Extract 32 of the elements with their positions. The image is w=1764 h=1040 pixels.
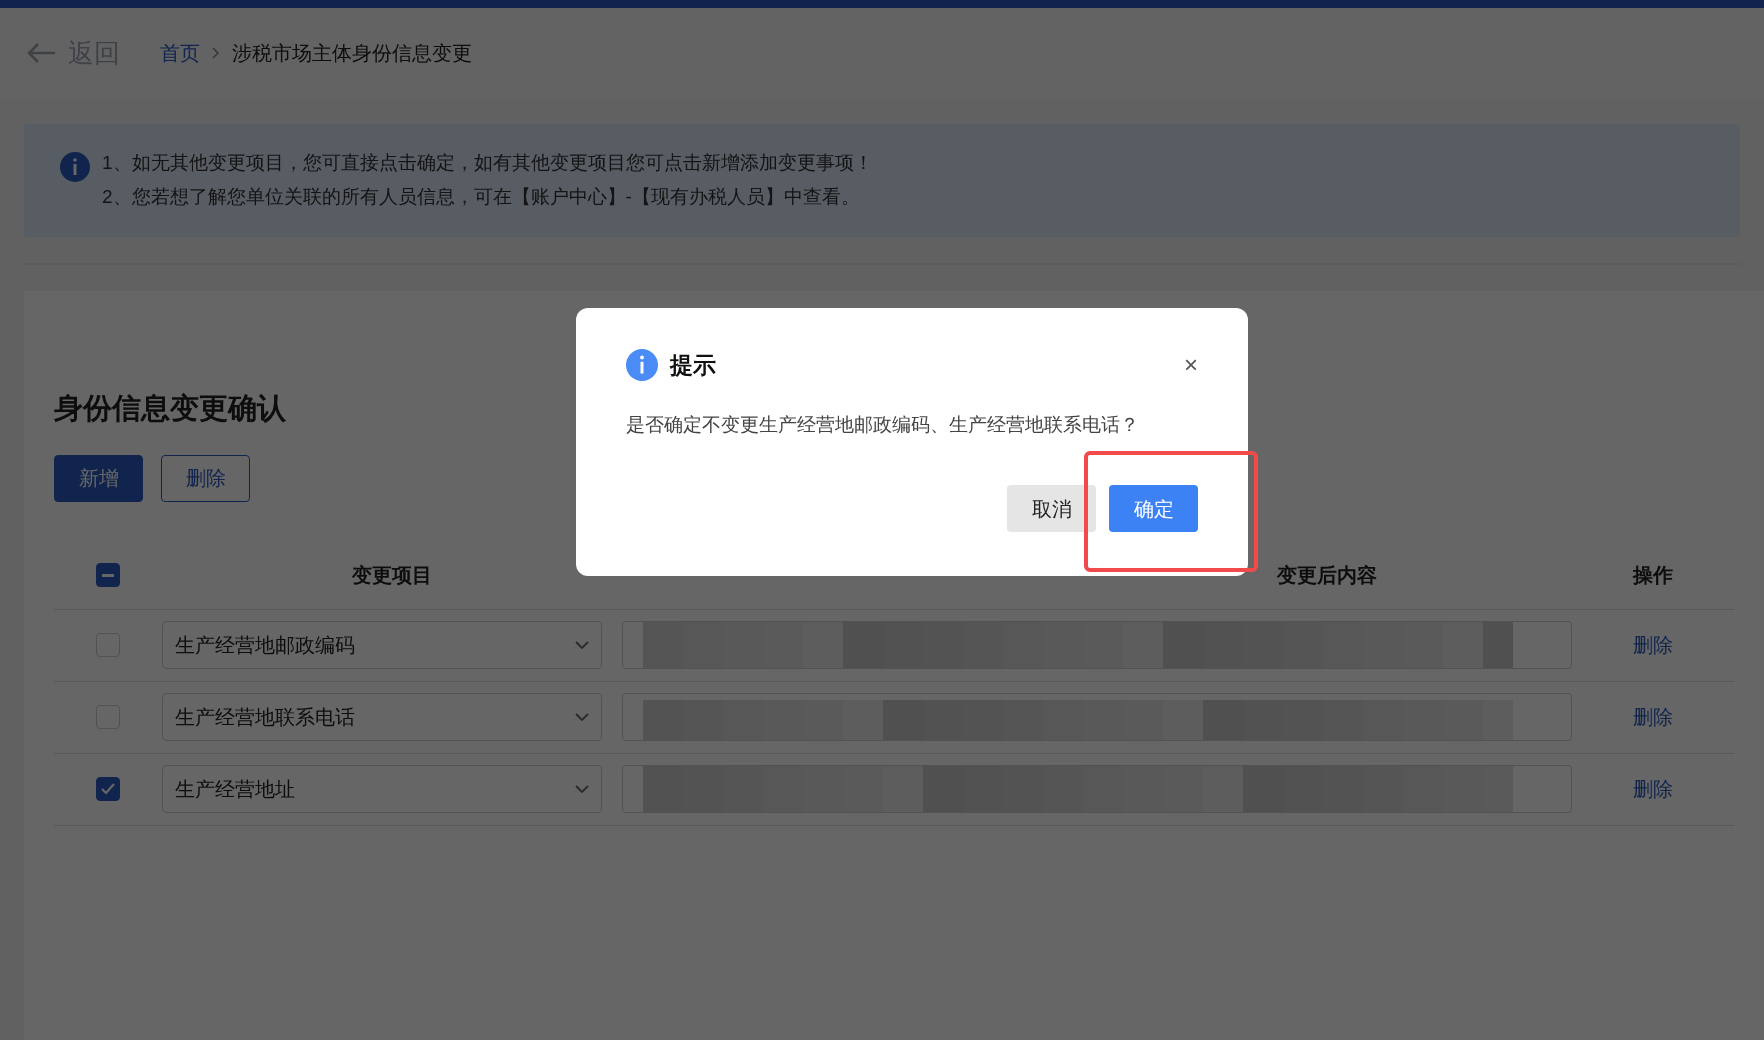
page-title: 涉税市场主体身份信息变更 [232,41,472,66]
dialog-title: 提示 [670,351,716,380]
notice-text: 2、您若想了解您单位关联的所有人员信息，可在【账户中心】-【现有办税人员】中查看。 [102,185,861,209]
add-button[interactable]: 新增 [54,454,143,502]
info-icon [60,152,90,182]
column-header: 操作 [1633,563,1673,588]
breadcrumb-link[interactable]: 首页 [160,38,200,68]
delete-link[interactable]: 删除 [1633,630,1673,660]
column-header: 变更项目 [352,563,432,588]
checkbox[interactable] [96,777,120,801]
delete-button[interactable]: 删除 [161,454,250,502]
chevron-right-icon [212,47,220,59]
select-field[interactable]: 生产经营地联系电话 [162,693,602,741]
check-icon [101,783,115,795]
chevron-down-icon [575,640,589,650]
notice-text: 1、如无其他变更项目，您可直接点击确定，如有其他变更项目您可点击新增添加变更事项！ [102,151,873,175]
dialog-message: 是否确定不变更生产经营地邮政编码、生产经营地联系电话？ [626,412,1140,437]
checkbox[interactable] [96,563,120,587]
delete-link[interactable]: 删除 [1633,774,1673,804]
select-field[interactable]: 生产经营地址 [162,765,602,813]
close-button[interactable]: × [1184,353,1198,378]
section-title: 身份信息变更确认 [54,391,286,426]
cancel-button[interactable]: 取消 [1007,485,1096,532]
back-arrow-icon [26,42,56,64]
chevron-down-icon [575,784,589,794]
column-header: 变更后内容 [1277,563,1377,588]
confirm-button[interactable]: 确定 [1109,485,1198,532]
select-field[interactable]: 生产经营地邮政编码 [162,621,602,669]
minus-icon [102,573,114,577]
chevron-down-icon [575,712,589,722]
delete-link[interactable]: 删除 [1633,702,1673,732]
info-icon [626,349,658,382]
